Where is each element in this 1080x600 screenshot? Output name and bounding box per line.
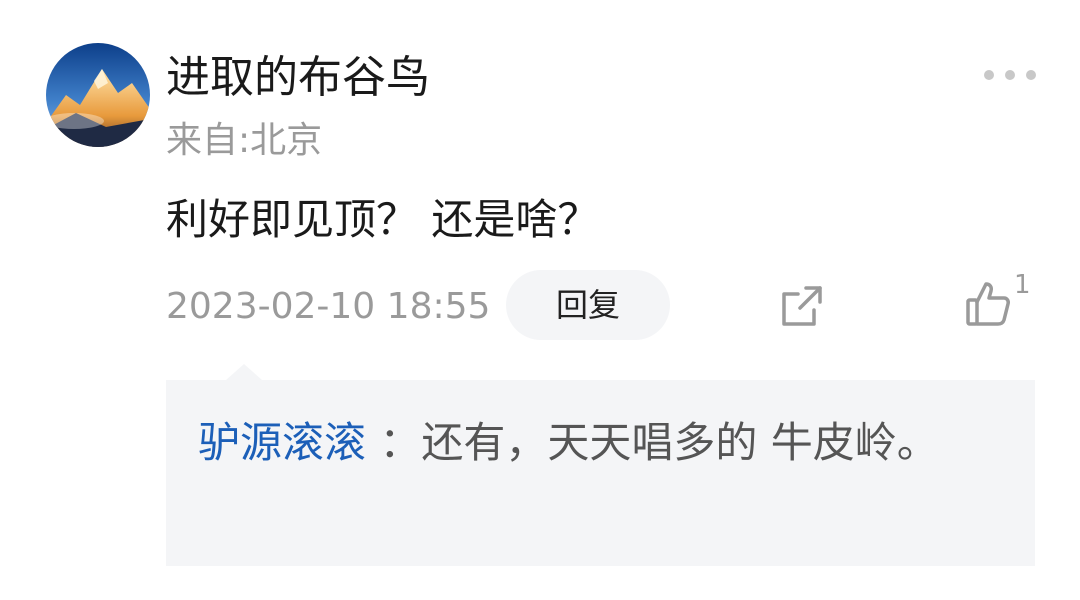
location-label: 来自:北京 — [166, 120, 323, 161]
timestamp: 2023-02-10 18:55 — [166, 286, 491, 327]
reply-button[interactable]: 回复 — [506, 270, 670, 340]
dot — [984, 70, 994, 80]
sub-reply-text: 还有，天天唱多的 牛皮岭。 — [421, 418, 939, 467]
comment-text: 利好即见顶？ 还是啥？ — [166, 195, 600, 244]
username[interactable]: 进取的布谷鸟 — [166, 50, 430, 106]
dot — [1026, 70, 1036, 80]
thumbs-up-icon[interactable] — [962, 278, 1014, 330]
more-options-icon[interactable] — [984, 60, 1036, 90]
sub-reply: 驴源滚滚 ：还有，天天唱多的 牛皮岭。 — [198, 410, 988, 476]
avatar[interactable] — [46, 43, 150, 147]
share-icon[interactable] — [776, 280, 828, 332]
reply-box-pointer — [226, 364, 262, 380]
sub-reply-author[interactable]: 驴源滚滚 — [198, 418, 366, 467]
dot — [1005, 70, 1015, 80]
avatar-mountain-image — [46, 43, 150, 147]
comment-page: 进取的布谷鸟 来自:北京 利好即见顶？ 还是啥？ 2023-02-10 18:5… — [0, 0, 1080, 600]
sub-reply-separator: ： — [366, 418, 422, 467]
like-count: 1 — [1014, 270, 1031, 300]
